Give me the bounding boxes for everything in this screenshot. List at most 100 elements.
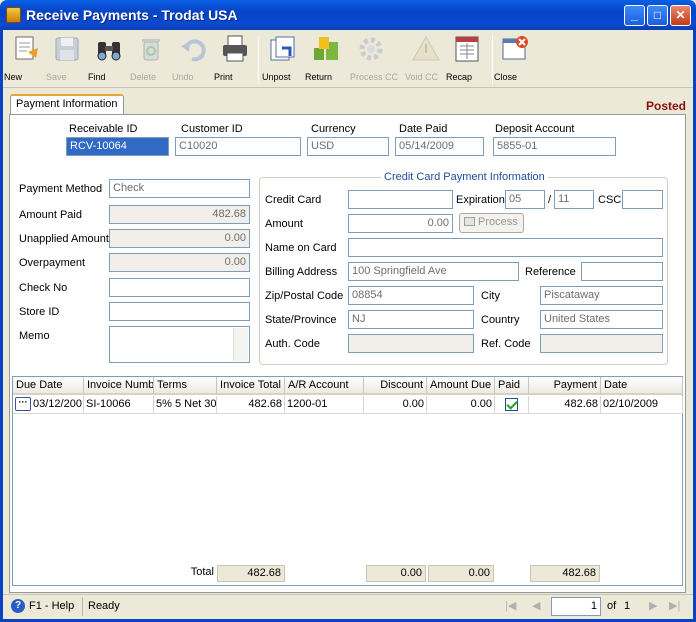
col-header-paid[interactable]: Paid	[495, 377, 529, 395]
page-number-field[interactable]: 1	[551, 597, 601, 616]
col-header-terms[interactable]: Terms	[154, 377, 217, 395]
total-discount: 0.00	[366, 565, 426, 582]
unpost-icon	[268, 34, 298, 64]
col-header-date[interactable]: Date	[601, 377, 683, 395]
cell-payment[interactable]: 482.68	[529, 396, 601, 414]
cell-terms[interactable]: 5% 5 Net 30	[154, 396, 217, 414]
print-button[interactable]: Print	[214, 34, 256, 86]
save-button[interactable]: Save	[46, 34, 88, 86]
toolbar-separator	[492, 36, 493, 84]
lookup-button[interactable]: ···	[15, 397, 31, 411]
auth-code-label: Auth. Code	[265, 338, 321, 350]
recap-button[interactable]: Recap	[446, 34, 488, 86]
receivable-id-field[interactable]: RCV-10064	[66, 137, 169, 156]
close-button[interactable]: Close	[494, 34, 536, 86]
col-header-invoice-total[interactable]: Invoice Total	[217, 377, 285, 395]
total-amount-due: 0.00	[428, 565, 494, 582]
check-no-field[interactable]	[109, 278, 250, 297]
country-label: Country	[481, 314, 520, 326]
col-header-amount-due[interactable]: Amount Due	[427, 377, 495, 395]
window-title: Receive Payments - Trodat USA	[26, 7, 238, 23]
col-header-due-date[interactable]: Due Date	[13, 377, 84, 395]
memo-field[interactable]	[109, 326, 250, 363]
cell-due-date[interactable]: ··· 03/12/200	[13, 396, 84, 414]
col-header-payment[interactable]: Payment	[529, 377, 601, 395]
reference-label: Reference	[525, 266, 576, 278]
date-paid-field[interactable]: 05/14/2009	[395, 137, 484, 156]
process-label: Process	[478, 216, 518, 228]
return-button[interactable]: Return	[305, 34, 347, 86]
cell-discount[interactable]: 0.00	[364, 396, 427, 414]
unapplied-amount-field[interactable]: 0.00	[109, 229, 250, 248]
process-icon	[464, 217, 475, 226]
expiration-year-field[interactable]: 05	[505, 190, 545, 209]
minimize-button[interactable]: _	[624, 5, 645, 26]
delete-button[interactable]: Delete	[130, 34, 172, 86]
process-button[interactable]: Process	[459, 213, 524, 233]
reference-field[interactable]	[581, 262, 663, 281]
csc-field[interactable]	[622, 190, 663, 209]
col-header-invoice-number[interactable]: Invoice Numb	[84, 377, 154, 395]
memo-scrollbar[interactable]	[233, 328, 248, 361]
save-icon	[52, 34, 82, 64]
expiration-month-field[interactable]: 11	[554, 190, 594, 209]
void-cc-icon	[411, 34, 441, 64]
city-field[interactable]: Piscataway	[540, 286, 663, 305]
name-on-card-field[interactable]	[348, 238, 663, 257]
paid-checkbox[interactable]	[505, 398, 518, 411]
cc-amount-field[interactable]: 0.00	[348, 214, 453, 233]
process-cc-button[interactable]: Process CC	[350, 34, 398, 86]
print-icon	[220, 34, 250, 64]
close-window-button[interactable]: ✕	[670, 5, 691, 26]
col-header-discount[interactable]: Discount	[364, 377, 427, 395]
country-field[interactable]: United States	[540, 310, 663, 329]
receivable-id-label: Receivable ID	[69, 123, 138, 135]
currency-field[interactable]: USD	[307, 137, 389, 156]
undo-button[interactable]: Undo	[172, 34, 214, 86]
find-button[interactable]: Find	[88, 34, 130, 86]
col-header-ar-account[interactable]: A/R Account	[285, 377, 364, 395]
payment-method-field[interactable]: Check	[109, 179, 250, 198]
customer-id-field[interactable]: C10020	[175, 137, 301, 156]
credit-card-label: Credit Card	[265, 194, 322, 206]
cell-amount-due[interactable]: 0.00	[427, 396, 495, 414]
cell-paid[interactable]	[495, 396, 529, 414]
billing-address-label: Billing Address	[265, 266, 338, 278]
unpost-button[interactable]: Unpost	[262, 34, 304, 86]
zip-field[interactable]: 08854	[348, 286, 474, 305]
next-page-icon[interactable]: ▶	[649, 599, 657, 612]
credit-card-field[interactable]	[348, 190, 453, 209]
auth-code-field[interactable]	[348, 334, 474, 353]
ref-code-field[interactable]	[540, 334, 663, 353]
cell-ar-account[interactable]: 1200-01	[285, 396, 364, 414]
date-paid-label: Date Paid	[399, 123, 448, 135]
new-icon	[10, 34, 40, 64]
new-button[interactable]: New	[4, 34, 46, 86]
status-text: Ready	[88, 600, 120, 612]
first-page-icon[interactable]: |◀	[505, 599, 516, 612]
cell-invoice-number[interactable]: SI-10066	[84, 396, 154, 414]
amount-paid-field[interactable]: 482.68	[109, 205, 250, 224]
help-label[interactable]: F1 - Help	[29, 600, 74, 612]
amount-paid-label: Amount Paid	[19, 209, 82, 221]
prev-page-icon[interactable]: ◀	[532, 599, 540, 612]
store-id-label: Store ID	[19, 306, 60, 318]
credit-card-group-title: Credit Card Payment Information	[381, 171, 548, 183]
deposit-account-field[interactable]: 5855-01	[493, 137, 616, 156]
cc-amount-label: Amount	[265, 218, 303, 230]
void-cc-button[interactable]: Void CC	[405, 34, 447, 86]
help-icon[interactable]: ?	[11, 599, 25, 613]
process-cc-icon	[356, 34, 386, 64]
invoice-grid: Due Date Invoice Numb Terms Invoice Tota…	[12, 376, 683, 586]
billing-address-field[interactable]: 100 Springfield Ave	[348, 262, 519, 281]
state-field[interactable]: NJ	[348, 310, 474, 329]
store-id-field[interactable]	[109, 302, 250, 321]
cell-date[interactable]: 02/10/2009	[601, 396, 683, 414]
maximize-button[interactable]: □	[647, 5, 668, 26]
cell-invoice-total[interactable]: 482.68	[217, 396, 285, 414]
tab-payment-information[interactable]: Payment Information	[10, 94, 124, 115]
total-payment: 482.68	[530, 565, 600, 582]
overpayment-field[interactable]: 0.00	[109, 253, 250, 272]
last-page-icon[interactable]: ▶|	[669, 599, 680, 612]
receivable-id-value: RCV-10064	[70, 140, 127, 152]
